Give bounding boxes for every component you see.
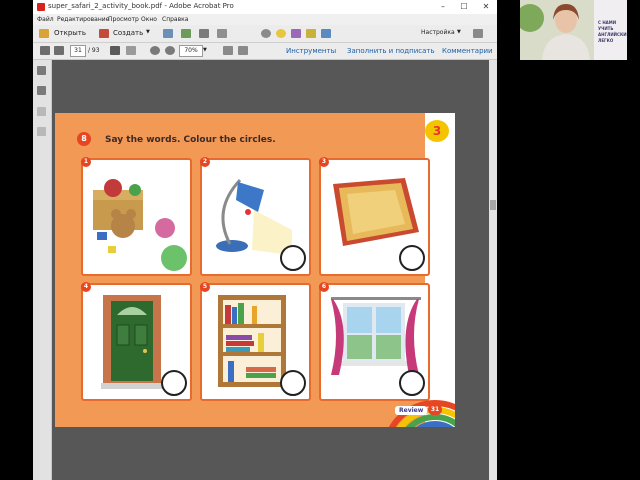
zoom-dropdown-icon[interactable]: ▼ <box>203 47 207 53</box>
sticky-note-icon[interactable] <box>306 29 316 38</box>
page-number-input[interactable]: 31 <box>70 45 86 57</box>
zoom-in-icon[interactable] <box>165 46 175 55</box>
picture-card-door: 4 <box>81 282 192 401</box>
minimize-button[interactable]: – <box>437 1 449 12</box>
cloud-icon[interactable] <box>181 29 191 38</box>
webcam-sign-text: С НАМИ УЧИТЬ АНГЛИЙСКИЙ ЛЕГКО <box>598 20 627 43</box>
page-number: 31 <box>428 404 442 415</box>
bookmarks-icon[interactable] <box>37 86 46 95</box>
main-toolbar: Открыть Создать ▼ Настройка ▼ <box>33 25 497 43</box>
comments-tab[interactable]: Комментарии <box>442 47 493 55</box>
settings-gear-icon[interactable] <box>261 29 271 38</box>
unit-badge: 3 <box>425 120 449 142</box>
review-label: Review <box>395 406 428 415</box>
print-icon[interactable] <box>199 29 209 38</box>
fill-sign-tab[interactable]: Заполнить и подписать <box>347 47 435 55</box>
create-dropdown-icon[interactable]: ▼ <box>146 29 150 35</box>
menu-bar: Файл Редактирование Просмотр Окно Справк… <box>33 14 497 25</box>
next-page-icon[interactable] <box>54 46 64 55</box>
card-number: 3 <box>319 157 329 167</box>
card-number: 1 <box>81 157 91 167</box>
close-button[interactable]: ✕ <box>480 1 492 12</box>
open-folder-icon[interactable] <box>39 29 49 38</box>
signatures-icon[interactable] <box>37 127 46 136</box>
navigation-pane <box>33 60 52 480</box>
menu-view[interactable]: Просмотр <box>108 16 139 23</box>
title-bar: super_safari_2_activity_book.pdf - Adobe… <box>33 0 497 14</box>
picture-card-bookcase: 5 <box>200 282 311 401</box>
scrollbar-thumb[interactable] <box>490 200 496 210</box>
customize-menu[interactable]: Настройка <box>421 29 455 36</box>
maximize-button[interactable]: ☐ <box>458 1 470 12</box>
card-number: 4 <box>81 282 91 292</box>
navigation-toolbar: 31 / 93 70% ▼ Инструменты Заполнить и по… <box>33 43 497 60</box>
full-screen-icon[interactable] <box>238 46 248 55</box>
exercise-instruction: Say the words. Colour the circles. <box>105 135 276 145</box>
menu-help[interactable]: Справка <box>162 16 188 23</box>
answer-circle-empty[interactable] <box>161 370 187 396</box>
highlight-icon[interactable] <box>291 29 301 38</box>
page-thumbnails-icon[interactable] <box>37 66 46 75</box>
create-button[interactable]: Создать <box>113 29 143 37</box>
open-button[interactable]: Открыть <box>54 29 86 37</box>
picture-card-window: 6 <box>319 282 430 401</box>
answer-circle-empty[interactable] <box>280 245 306 271</box>
create-pdf-icon[interactable] <box>99 29 109 38</box>
menu-window[interactable]: Окно <box>141 16 157 23</box>
save-icon[interactable] <box>163 29 173 38</box>
comment-icon[interactable] <box>276 29 286 38</box>
email-icon[interactable] <box>217 29 227 38</box>
exercise-number: 8 <box>77 132 91 146</box>
picture-card-lamp: 2 <box>200 157 311 276</box>
select-cursor-icon[interactable] <box>110 46 120 55</box>
pdf-page: 8 Say the words. Colour the circles. 3 1… <box>55 113 455 427</box>
sign-icon[interactable] <box>321 29 331 38</box>
picture-card-toys: 1 <box>81 157 192 276</box>
page-total: / 93 <box>88 47 100 54</box>
zoom-input[interactable]: 70% <box>179 45 203 57</box>
zoom-out-icon[interactable] <box>150 46 160 55</box>
tools-tab[interactable]: Инструменты <box>286 47 336 55</box>
menu-edit[interactable]: Редактирование <box>57 16 109 23</box>
customize-dropdown-icon[interactable]: ▼ <box>457 29 461 35</box>
card-number: 2 <box>200 157 210 167</box>
menu-file[interactable]: Файл <box>37 16 54 23</box>
card-number: 6 <box>319 282 329 292</box>
window-title: super_safari_2_activity_book.pdf - Adobe… <box>48 2 234 10</box>
webcam-overlay: С НАМИ УЧИТЬ АНГЛИЙСКИЙ ЛЕГКО <box>520 0 627 60</box>
answer-circle-coloured[interactable] <box>161 245 187 271</box>
answer-circle-empty[interactable] <box>280 370 306 396</box>
hand-tool-icon[interactable] <box>126 46 136 55</box>
fit-page-icon[interactable] <box>223 46 233 55</box>
picture-card-rug: 3 <box>319 157 430 276</box>
answer-circle-empty[interactable] <box>399 245 425 271</box>
previous-page-icon[interactable] <box>40 46 50 55</box>
expand-icon[interactable] <box>473 29 483 38</box>
vertical-scrollbar[interactable] <box>489 60 497 480</box>
attachments-icon[interactable] <box>37 107 46 116</box>
acrobat-app-icon <box>37 3 45 11</box>
card-number: 5 <box>200 282 210 292</box>
